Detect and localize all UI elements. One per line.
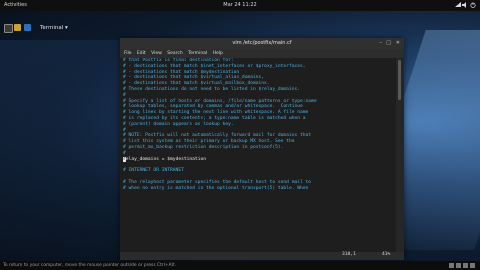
activities-button[interactable]: Activities: [4, 0, 27, 11]
menu-bar: File Edit View Search Terminal Help: [120, 49, 404, 58]
vm-release-hint: To return to your computer, move the mou…: [0, 261, 480, 270]
menu-edit[interactable]: Edit: [137, 51, 146, 56]
editor-content[interactable]: # that Postfix is final destination for:…: [120, 58, 399, 252]
window-title: vim /etc/postfix/main.cf: [232, 40, 292, 46]
terminal-window[interactable]: vim /etc/postfix/main.cf – □ ✕ File Edit…: [120, 38, 404, 260]
vm-hint-text: To return to your computer, move the mou…: [3, 263, 176, 268]
menu-terminal[interactable]: Terminal: [188, 51, 207, 56]
clock[interactable]: Mar 24 11:22: [216, 0, 264, 11]
top-bar: Activities Mar 24 11:22: [0, 0, 480, 11]
menu-search[interactable]: Search: [167, 51, 182, 56]
network-icon: [454, 1, 461, 7]
scrollbar-thumb[interactable]: [398, 60, 401, 100]
vm-device-icons: [449, 263, 475, 268]
terminal-app-menu[interactable]: Terminal ▾: [40, 22, 68, 34]
menu-help[interactable]: Help: [213, 51, 223, 56]
close-icon[interactable]: ✕: [396, 38, 400, 49]
minimize-icon[interactable]: –: [380, 38, 383, 49]
app-icon-files[interactable]: [14, 24, 21, 31]
cursor-position: 318,1: [342, 252, 356, 257]
editor-line: # when no entry is matched in the option…: [123, 185, 309, 191]
volume-icon: [462, 1, 467, 8]
vim-status-line: 318,1 41%: [120, 250, 404, 260]
power-icon: [470, 2, 476, 8]
menu-file[interactable]: File: [124, 51, 132, 56]
scroll-percent: 41%: [382, 252, 391, 257]
system-tray[interactable]: [454, 0, 476, 11]
window-titlebar[interactable]: vim /etc/postfix/main.cf – □ ✕: [120, 38, 404, 49]
scrollbar[interactable]: [396, 58, 404, 252]
maximize-icon[interactable]: □: [386, 38, 391, 49]
app-icon-browser[interactable]: [24, 24, 31, 31]
wallpaper-shadow: [0, 40, 120, 270]
menu-view[interactable]: View: [151, 51, 162, 56]
app-icon-terminal[interactable]: [4, 24, 13, 33]
app-switcher-bar: Terminal ▾: [0, 22, 118, 34]
